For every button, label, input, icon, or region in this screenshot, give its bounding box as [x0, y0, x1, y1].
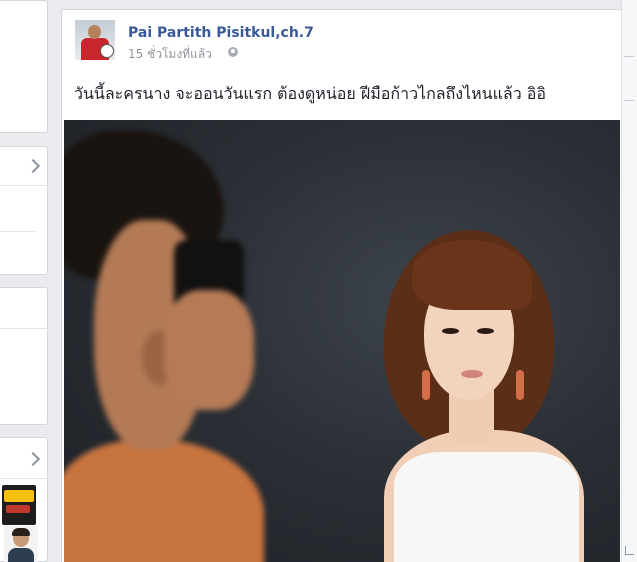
- divider: [0, 328, 48, 329]
- left-sidebar-card: [0, 287, 48, 425]
- avatar-head: [88, 25, 101, 39]
- news-feed-post: Pai Partith Pisitkul,ch.7 15 ชั่วโมงที่แ…: [61, 9, 632, 562]
- chevron-right-icon[interactable]: [25, 451, 41, 467]
- left-sidebar-card-expandable[interactable]: [0, 437, 48, 562]
- left-sidebar-card: [0, 0, 48, 133]
- scrollbar-tick: [624, 100, 634, 101]
- person-body: [8, 548, 34, 562]
- scrollbar-tick: [624, 56, 634, 57]
- scroll-corner-icon[interactable]: [625, 546, 634, 555]
- left-sidebar-card-expandable[interactable]: [0, 146, 48, 275]
- author-name-link[interactable]: Pai Partith Pisitkul,ch.7: [128, 25, 314, 41]
- avatar-ball: [100, 44, 114, 58]
- globe-icon[interactable]: [228, 47, 238, 57]
- facebook-feed-page: Pai Partith Pisitkul,ch.7 15 ชั่วโมงที่แ…: [0, 0, 637, 562]
- post-text: วันนี้ละครนาง จะออนวันแรก ต้องดูหน่อย ฝี…: [74, 84, 547, 103]
- post-photo[interactable]: [64, 120, 620, 562]
- photographer-hand: [164, 290, 254, 410]
- divider: [0, 185, 48, 186]
- model-eye: [477, 328, 494, 334]
- tv-logo-band: [4, 490, 34, 502]
- model-white-top: [394, 452, 579, 562]
- tv-channel-thumbnail[interactable]: [2, 485, 36, 525]
- chevron-right-icon[interactable]: [25, 158, 41, 174]
- person-hair: [12, 528, 30, 536]
- model-earring: [516, 370, 524, 400]
- photo-photographer-figure: [64, 130, 264, 562]
- divider: [0, 231, 36, 232]
- right-edge-scrollbar[interactable]: [621, 0, 637, 562]
- photographer-shirt: [64, 440, 264, 562]
- model-earring: [422, 370, 430, 400]
- model-lips: [461, 370, 483, 378]
- tv-logo-band: [6, 505, 30, 513]
- author-avatar[interactable]: [75, 20, 115, 60]
- model-eye: [442, 328, 459, 334]
- post-timestamp[interactable]: 15 ชั่วโมงที่แล้ว: [128, 45, 212, 64]
- person-thumbnail[interactable]: [4, 526, 38, 562]
- divider: [0, 478, 48, 479]
- photo-model-figure: [364, 220, 614, 562]
